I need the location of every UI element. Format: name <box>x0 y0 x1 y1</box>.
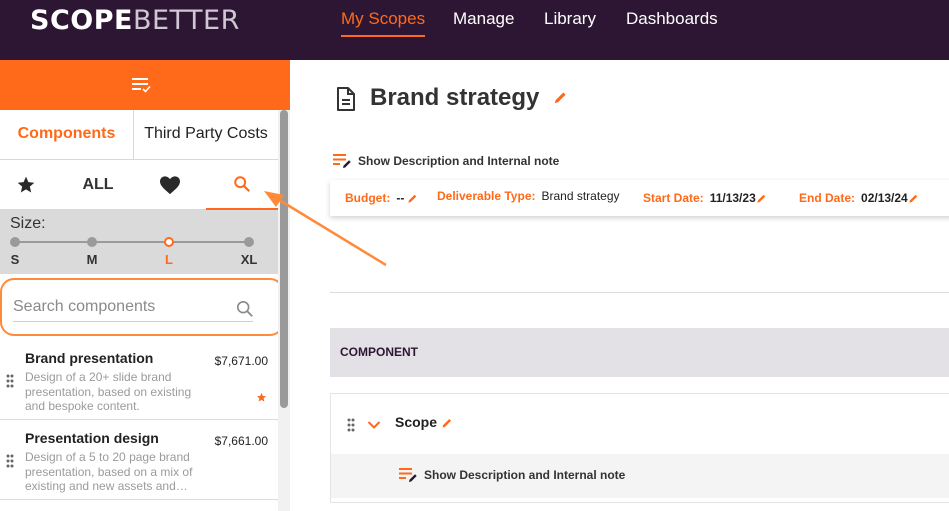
scope-label: Scope <box>395 414 438 430</box>
sidebar-header <box>0 60 290 110</box>
search-icon[interactable] <box>236 300 254 318</box>
size-slider-track[interactable] <box>15 241 249 243</box>
nav-manage[interactable]: Manage <box>453 9 514 35</box>
end-date-label: End Date: <box>799 191 856 205</box>
component-title: Presentation design <box>25 430 159 446</box>
page-title: Brand strategy <box>370 84 540 111</box>
pencil-icon[interactable] <box>553 90 568 105</box>
scope-description-row: Show Description and Internal note <box>331 454 949 498</box>
drag-handle-icon[interactable] <box>6 374 14 388</box>
size-dot-l[interactable] <box>164 237 174 247</box>
document-icon <box>337 87 355 111</box>
component-price: $7,661.00 <box>214 434 268 448</box>
tab-components[interactable]: Components <box>0 110 133 160</box>
search-highlight <box>0 278 284 336</box>
deliverable-type-label: Deliverable Type: <box>437 189 536 203</box>
nav-library[interactable]: Library <box>544 9 596 35</box>
sidebar-tabs: Components Third Party Costs <box>0 110 278 160</box>
size-option-s[interactable]: S <box>5 252 25 267</box>
chevron-down-icon[interactable] <box>367 420 381 430</box>
star-icon <box>17 176 35 193</box>
meta-end-date[interactable]: End Date: 02/13/24 <box>799 191 919 205</box>
filter-favorites[interactable] <box>144 160 196 210</box>
filter-starred[interactable] <box>0 160 52 210</box>
scope-component-card: Scope Show Description and Internal note <box>330 393 949 503</box>
pencil-icon[interactable] <box>908 193 919 204</box>
meta-deliverable-type[interactable]: Deliverable Type: Brand strategy <box>437 189 620 203</box>
drag-handle-icon[interactable] <box>6 454 14 468</box>
component-sidebar: Components Third Party Costs ALL Size: S… <box>0 60 290 511</box>
heart-icon <box>160 176 180 195</box>
component-item[interactable]: Presentation design $7,661.00 Design of … <box>0 420 278 500</box>
component-item[interactable]: Brand presentation $7,671.00 Design of a… <box>0 340 278 420</box>
notes-edit-icon <box>399 468 417 482</box>
pencil-icon[interactable] <box>756 193 767 204</box>
component-description: Design of a 20+ slide brand presentation… <box>25 370 192 413</box>
size-option-m[interactable]: M <box>82 252 102 267</box>
notes-edit-icon <box>333 154 351 168</box>
nav-dashboards[interactable]: Dashboards <box>626 9 718 35</box>
show-description-label: Show Description and Internal note <box>358 154 560 168</box>
end-date-value: 02/13/24 <box>861 191 908 205</box>
component-description: Design of a 5 to 20 page brand presentat… <box>25 450 193 493</box>
show-description-toggle[interactable]: Show Description and Internal note <box>333 153 559 169</box>
scope-row[interactable]: Scope <box>331 394 949 454</box>
scope-show-description-toggle[interactable]: Show Description and Internal note <box>399 467 625 483</box>
start-date-value: 11/13/23 <box>709 191 756 205</box>
size-dot-m[interactable] <box>87 237 97 247</box>
nav-my-scopes[interactable]: My Scopes <box>341 9 426 37</box>
scope-show-description-label: Show Description and Internal note <box>424 468 626 482</box>
search-icon <box>234 176 250 192</box>
budget-value: -- <box>396 191 405 205</box>
section-divider <box>330 292 949 293</box>
component-table-header: COMPONENT <box>330 328 949 377</box>
pencil-icon[interactable] <box>441 417 453 429</box>
star-icon[interactable] <box>256 392 267 403</box>
component-price: $7,671.00 <box>214 354 268 368</box>
start-date-label: Start Date: <box>643 191 704 205</box>
size-dot-s[interactable] <box>10 237 20 247</box>
component-column-label: COMPONENT <box>340 345 418 359</box>
scope-editor: Brand strategy Show Description and Inte… <box>291 60 949 511</box>
size-dot-xl[interactable] <box>244 237 254 247</box>
pencil-icon[interactable] <box>407 193 418 204</box>
component-title: Brand presentation <box>25 350 154 366</box>
size-label: Size: <box>10 215 46 232</box>
sidebar-scrollbar-thumb[interactable] <box>280 110 288 408</box>
filter-row: ALL <box>0 160 278 210</box>
app-logo[interactable]: SCOPEBETTER <box>30 6 240 36</box>
menu-list-check-icon[interactable] <box>131 76 151 94</box>
top-nav: SCOPEBETTER My Scopes Manage Library Das… <box>0 0 949 60</box>
filter-search[interactable] <box>206 160 278 210</box>
size-option-xl[interactable]: XL <box>239 252 259 267</box>
scope-meta-card: Budget: -- Deliverable Type: Brand strat… <box>330 180 949 216</box>
meta-budget[interactable]: Budget: -- <box>345 191 418 205</box>
filter-all[interactable]: ALL <box>52 160 144 210</box>
deliverable-type-value: Brand strategy <box>541 189 620 203</box>
budget-label: Budget: <box>345 191 391 205</box>
drag-handle-icon[interactable] <box>347 418 355 432</box>
meta-start-date[interactable]: Start Date: 11/13/23 <box>643 191 767 205</box>
tab-third-party-costs[interactable]: Third Party Costs <box>133 110 278 160</box>
size-filter: Size: S M L XL <box>0 210 278 274</box>
size-option-l[interactable]: L <box>159 252 179 267</box>
search-input[interactable] <box>13 292 253 322</box>
